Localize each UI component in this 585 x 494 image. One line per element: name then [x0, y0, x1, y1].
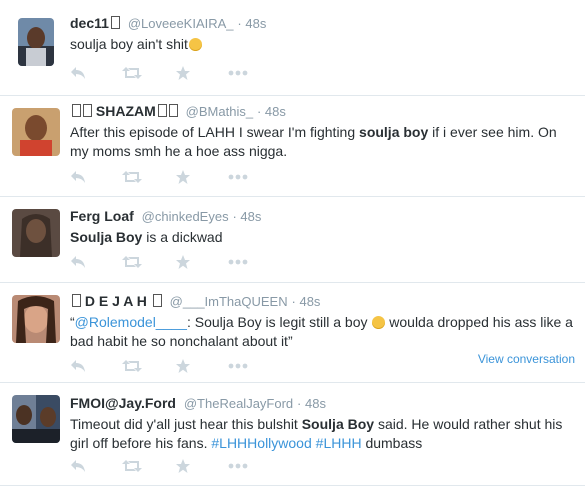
unsupported-glyph-icon	[152, 294, 162, 307]
tweet-username[interactable]: @BMathis_	[186, 104, 253, 119]
more-icon[interactable]	[228, 64, 248, 82]
tweet-time[interactable]: 48s	[305, 396, 326, 411]
tweet-text: “@Rolemodel____: Soulja Boy is legit sti…	[70, 314, 573, 349]
tweet[interactable]: FMOI@Jay.Ford @TheRealJayFord · 48s Time…	[0, 383, 585, 486]
reply-icon[interactable]	[70, 64, 86, 82]
unsupported-glyph-icon	[110, 16, 120, 29]
tweet[interactable]: dec11 @LoveeeKIAIRA_ · 48s soulja boy ai…	[0, 0, 585, 96]
reply-icon[interactable]	[70, 168, 86, 186]
tweet-username[interactable]: @LoveeeKIAIRA_	[128, 16, 234, 31]
view-conversation-link[interactable]: View conversation	[478, 352, 575, 366]
tweet-fullname[interactable]: dec11	[70, 15, 109, 31]
tweet-timeline: dec11 @LoveeeKIAIRA_ · 48s soulja boy ai…	[0, 0, 585, 494]
favorite-icon[interactable]	[175, 64, 191, 82]
retweet-icon[interactable]	[122, 253, 142, 271]
favorite-icon[interactable]	[175, 357, 191, 375]
tweet-username[interactable]: @chinkedEyes	[142, 209, 229, 224]
more-icon[interactable]	[228, 357, 248, 375]
avatar[interactable]	[12, 209, 60, 257]
favorite-icon[interactable]	[175, 168, 191, 186]
retweet-icon[interactable]	[122, 168, 142, 186]
retweet-icon[interactable]	[122, 357, 142, 375]
more-icon[interactable]	[228, 168, 248, 186]
tweet-fullname[interactable]: SHAZAM	[96, 103, 156, 119]
tweet-fullname[interactable]: D E J A H	[85, 293, 147, 309]
tweet[interactable]: Ferg Loaf @chinkedEyes · 48s Soulja Boy …	[0, 197, 585, 283]
tweet-username[interactable]: @TheRealJayFord	[184, 396, 293, 411]
tweet-fullname[interactable]: FMOI@Jay.Ford	[70, 395, 176, 411]
tweet-fullname[interactable]: Ferg Loaf	[70, 208, 134, 224]
avatar[interactable]	[12, 295, 60, 343]
favorite-icon[interactable]	[175, 253, 191, 271]
unsupported-glyph-icon	[72, 104, 81, 117]
more-icon[interactable]	[228, 457, 248, 475]
hashtag-link[interactable]: #LHHH	[316, 435, 362, 451]
tweet-time[interactable]: 48s	[245, 16, 266, 31]
tweet-text: After this episode of LAHH I swear I'm f…	[70, 124, 557, 159]
sad-face-emoji-icon	[372, 316, 386, 329]
tweet-text: soulja boy ain't shit	[70, 35, 575, 54]
tweet-text: Timeout did y'all just hear this bulshit…	[70, 416, 563, 451]
avatar[interactable]	[12, 108, 60, 156]
unsupported-glyph-icon	[83, 104, 92, 117]
hashtag-link[interactable]: #LHHHollywood	[211, 435, 311, 451]
reply-icon[interactable]	[70, 357, 86, 375]
tweet-username[interactable]: @___ImThaQUEEN	[170, 294, 288, 309]
tweet-time[interactable]: 48s	[299, 294, 320, 309]
reply-icon[interactable]	[70, 253, 86, 271]
more-icon[interactable]	[228, 253, 248, 271]
retweet-icon[interactable]	[122, 457, 142, 475]
avatar[interactable]	[12, 395, 60, 443]
retweet-icon[interactable]	[122, 64, 142, 82]
avatar[interactable]	[18, 18, 54, 66]
sad-face-emoji-icon	[188, 38, 202, 51]
unsupported-glyph-icon	[72, 294, 81, 307]
tweet[interactable]: D E J A H @___ImThaQUEEN · 48s “@Rolemod…	[0, 283, 585, 383]
favorite-icon[interactable]	[175, 457, 191, 475]
unsupported-glyph-icon	[157, 104, 167, 117]
tweet-time[interactable]: 48s	[240, 209, 261, 224]
tweet-text: Soulja Boy is a dickwad	[70, 229, 223, 245]
unsupported-glyph-icon	[168, 104, 178, 117]
tweet[interactable]: SHAZAM @BMathis_ · 48s After this episod…	[0, 96, 585, 197]
reply-icon[interactable]	[70, 457, 86, 475]
mention-link[interactable]: @Rolemodel____	[75, 314, 187, 330]
tweet-time[interactable]: 48s	[265, 104, 286, 119]
